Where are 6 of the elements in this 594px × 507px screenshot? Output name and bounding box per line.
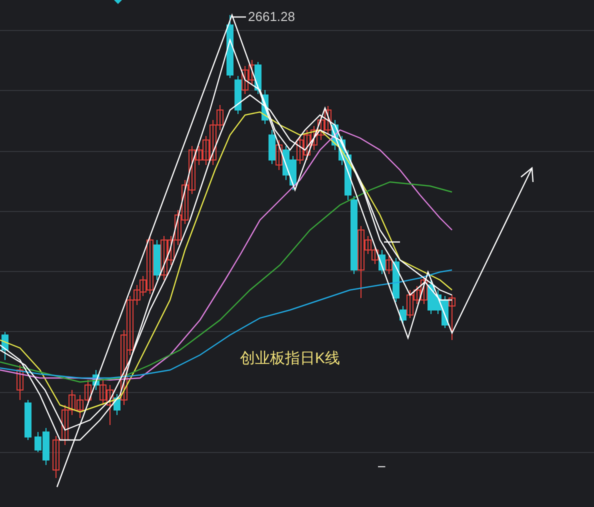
diamond-icon <box>114 0 122 4</box>
price-label: 2661.28 <box>248 9 295 24</box>
candlestick <box>52 436 60 478</box>
chart-title: 创业板指日K线 <box>240 350 340 368</box>
dash-mark: – <box>378 458 386 473</box>
candlestick <box>2 332 8 360</box>
